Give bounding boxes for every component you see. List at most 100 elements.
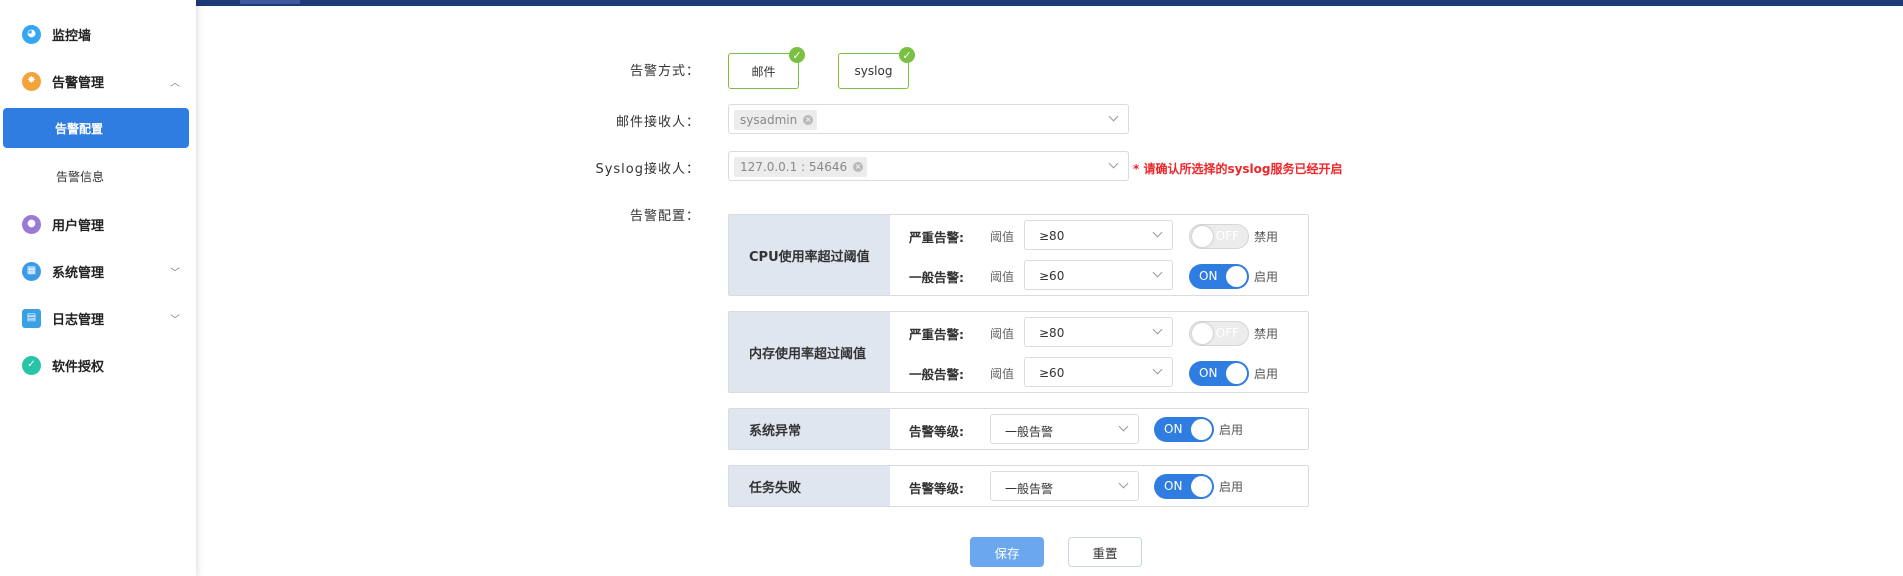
syslog-recipient-select[interactable]: 127.0.0.1 : 54646 × bbox=[728, 151, 1129, 181]
mem-severe-toggle[interactable]: OFF bbox=[1189, 321, 1249, 346]
cpu-normal-threshold-select[interactable]: ≥60 bbox=[1024, 260, 1173, 290]
chevron-down-icon bbox=[1152, 366, 1162, 376]
header-tab-indicator bbox=[240, 0, 300, 4]
chevron-down-icon bbox=[1152, 269, 1162, 279]
sidebar-item-alarm-management[interactable]: ✸ 告警管理 ︿ bbox=[0, 61, 196, 101]
close-icon[interactable]: × bbox=[853, 162, 864, 172]
select-value: ≥80 bbox=[1039, 326, 1065, 340]
memory-config-title: 内存使用率超过阈值 bbox=[729, 312, 890, 392]
threshold-label: 阈值 bbox=[990, 230, 1015, 244]
toggle-knob bbox=[1192, 226, 1213, 247]
sidebar-item-monitor-wall[interactable]: ◕ 监控墙 bbox=[0, 14, 196, 54]
sidebar-item-label: 用户管理 bbox=[52, 218, 105, 234]
normal-alarm-label: 一般告警: bbox=[909, 270, 964, 285]
state-label: 启用 bbox=[1219, 423, 1244, 437]
alarm-config-label: 告警配置： bbox=[629, 209, 700, 224]
threshold-label: 阈值 bbox=[990, 270, 1015, 284]
severe-alarm-label: 严重告警: bbox=[909, 327, 964, 342]
mem-normal-threshold-select[interactable]: ≥60 bbox=[1024, 357, 1173, 387]
method-syslog-option[interactable]: syslog ✓ bbox=[838, 47, 915, 89]
state-label: 启用 bbox=[1254, 367, 1279, 381]
select-value: 一般告警 bbox=[1005, 425, 1054, 439]
reset-button[interactable]: 重置 bbox=[1068, 537, 1142, 567]
syslog-tag: 127.0.0.1 : 54646 × bbox=[734, 157, 868, 177]
task-failure-toggle[interactable]: ON bbox=[1154, 474, 1214, 499]
state-label: 启用 bbox=[1254, 270, 1279, 284]
sidebar-item-user-management[interactable]: ● 用户管理 bbox=[0, 204, 196, 244]
cpu-config-box: CPU使用率超过阈值 严重告警: 阈值 ≥80 OFF 禁用 一般告警: 阈值 … bbox=[728, 214, 1309, 296]
syslog-recipient-label: Syslog接收人： bbox=[595, 162, 700, 177]
memory-config-box: 内存使用率超过阈值 严重告警: 阈值 ≥80 OFF 禁用 一般告警: 阈值 ≥… bbox=[728, 311, 1309, 393]
system-exception-box: 系统异常 告警等级: 一般告警 ON 启用 bbox=[728, 408, 1309, 450]
sidebar: ◕ 监控墙 ✸ 告警管理 ︿ 告警配置 告警信息 ● 用户管理 ▦ 系统管理 ﹀… bbox=[0, 0, 196, 576]
system-alarm-level-select[interactable]: 一般告警 bbox=[990, 414, 1139, 444]
syslog-tag-label: 127.0.0.1 : 54646 bbox=[740, 160, 848, 174]
system-exception-toggle[interactable]: ON bbox=[1154, 417, 1214, 442]
dashboard-icon: ◕ bbox=[22, 24, 41, 44]
sidebar-item-label: 告警管理 bbox=[52, 75, 105, 91]
toggle-knob bbox=[1191, 419, 1212, 440]
select-value: ≥60 bbox=[1039, 269, 1065, 283]
sidebar-item-log-management[interactable]: ▤ 日志管理 ﹀ bbox=[0, 298, 196, 338]
method-email-option[interactable]: 邮件 ✓ bbox=[728, 47, 805, 89]
mem-normal-toggle[interactable]: ON bbox=[1189, 361, 1249, 386]
state-label: 禁用 bbox=[1254, 230, 1279, 244]
sidebar-item-label: 软件授权 bbox=[52, 359, 105, 375]
sidebar-item-software-license[interactable]: ✓ 软件授权 bbox=[0, 345, 196, 385]
cpu-normal-toggle[interactable]: ON bbox=[1189, 264, 1249, 289]
close-icon[interactable]: × bbox=[803, 115, 814, 125]
chevron-down-icon bbox=[1152, 229, 1162, 239]
check-icon: ✓ bbox=[789, 47, 805, 63]
chevron-up-icon: ︿ bbox=[170, 77, 180, 89]
sidebar-subitem-label: 告警配置 bbox=[55, 122, 104, 136]
sidebar-subitem-label: 告警信息 bbox=[56, 170, 105, 184]
chevron-down-icon: ﹀ bbox=[170, 314, 180, 326]
chevron-down-icon bbox=[1108, 113, 1118, 123]
cpu-severe-toggle[interactable]: OFF bbox=[1189, 224, 1249, 249]
toggle-text: ON bbox=[1199, 366, 1218, 380]
method-email-label: 邮件 bbox=[751, 64, 776, 79]
toggle-text: OFF bbox=[1215, 326, 1239, 340]
toggle-text: OFF bbox=[1215, 229, 1239, 243]
toggle-text: ON bbox=[1164, 479, 1183, 493]
recipient-tag-label: sysadmin bbox=[740, 113, 798, 127]
toggle-knob bbox=[1192, 323, 1213, 344]
toggle-text: ON bbox=[1164, 422, 1183, 436]
alarm-level-label: 告警等级: bbox=[909, 424, 964, 439]
save-button[interactable]: 保存 bbox=[970, 537, 1044, 567]
sidebar-subitem-alarm-info[interactable]: 告警信息 bbox=[0, 156, 196, 196]
threshold-label: 阈值 bbox=[990, 327, 1015, 341]
toggle-knob bbox=[1191, 476, 1212, 497]
toggle-text: ON bbox=[1199, 269, 1218, 283]
email-recipient-label: 邮件接收人： bbox=[615, 115, 700, 130]
cpu-severe-threshold-select[interactable]: ≥80 bbox=[1024, 220, 1173, 250]
sidebar-item-label: 监控墙 bbox=[52, 28, 92, 44]
severe-alarm-label: 严重告警: bbox=[909, 230, 964, 245]
select-value: ≥60 bbox=[1039, 366, 1065, 380]
email-recipient-select[interactable]: sysadmin × bbox=[728, 104, 1129, 134]
windows-icon: ▦ bbox=[22, 261, 41, 281]
chevron-down-icon bbox=[1152, 326, 1162, 336]
syslog-hint: * 请确认所选择的syslog服务已经开启 bbox=[1133, 162, 1343, 176]
normal-alarm-label: 一般告警: bbox=[909, 367, 964, 382]
cpu-config-title: CPU使用率超过阈值 bbox=[729, 215, 890, 295]
bell-icon: ✸ bbox=[22, 71, 41, 91]
check-icon: ✓ bbox=[899, 47, 915, 63]
alarm-method-label: 告警方式： bbox=[629, 64, 700, 79]
chevron-down-icon bbox=[1108, 160, 1118, 170]
sidebar-item-label: 日志管理 bbox=[52, 312, 105, 328]
task-failure-title: 任务失败 bbox=[729, 466, 890, 506]
sidebar-item-system-management[interactable]: ▦ 系统管理 ﹀ bbox=[0, 251, 196, 291]
task-failure-box: 任务失败 告警等级: 一般告警 ON 启用 bbox=[728, 465, 1309, 507]
sidebar-subitem-alarm-config[interactable]: 告警配置 bbox=[3, 108, 189, 148]
calendar-icon: ▤ bbox=[22, 308, 41, 328]
select-value: 一般告警 bbox=[1005, 482, 1054, 496]
mem-severe-threshold-select[interactable]: ≥80 bbox=[1024, 317, 1173, 347]
task-alarm-level-select[interactable]: 一般告警 bbox=[990, 471, 1139, 501]
method-syslog-label: syslog bbox=[854, 64, 893, 78]
system-exception-title: 系统异常 bbox=[729, 409, 890, 449]
recipient-tag: sysadmin × bbox=[734, 110, 818, 130]
chevron-down-icon bbox=[1118, 480, 1128, 490]
threshold-label: 阈值 bbox=[990, 367, 1015, 381]
select-value: ≥80 bbox=[1039, 229, 1065, 243]
